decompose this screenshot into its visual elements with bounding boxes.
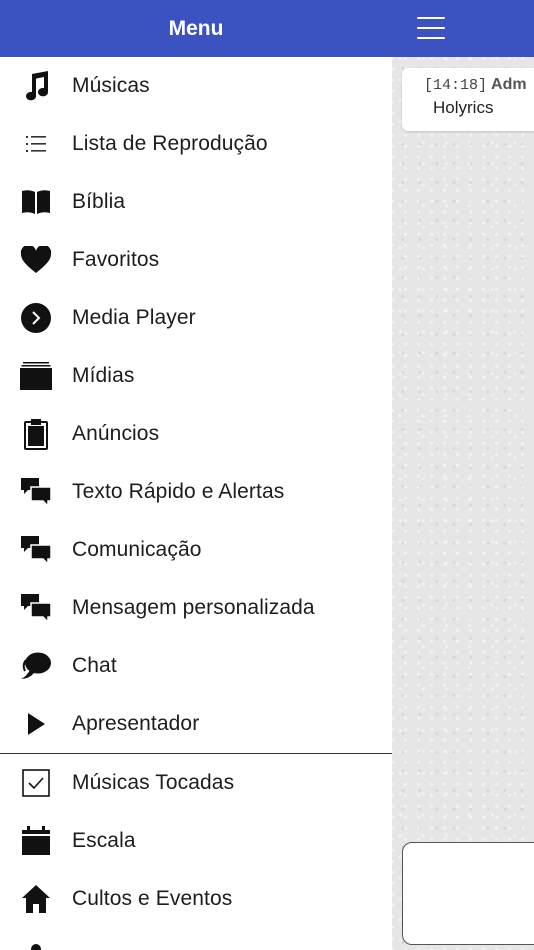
media-stack-icon <box>0 362 72 390</box>
menu-item-label: Lista de Reprodução <box>72 132 268 155</box>
clipboard-icon <box>0 418 72 450</box>
menu-item-anuncios[interactable]: Anúncios <box>0 405 392 463</box>
menu-item-label: Músicas <box>72 74 150 97</box>
chat-bubbles-icon <box>0 477 72 507</box>
hamburger-menu-icon[interactable] <box>417 17 445 39</box>
heart-icon <box>0 246 72 274</box>
menu-item-escala[interactable]: Escala <box>0 812 392 870</box>
calendar-icon <box>0 826 72 856</box>
music-note-icon <box>0 70 72 102</box>
chat-message: [14:18] Adm Holyrics <box>402 68 534 131</box>
menu-item-lista-de-reproducao[interactable]: Lista de Reprodução <box>0 115 392 173</box>
menu-item-label: Bíblia <box>72 190 126 213</box>
person-icon <box>0 942 72 950</box>
chat-author: Adm <box>491 76 527 93</box>
menu-item-label: Cultos e Eventos <box>72 887 233 910</box>
chat-time: [14:18] <box>424 77 488 94</box>
menu-item-label: Mensagem personalizada <box>72 596 315 619</box>
menu-item-label: Apresentador <box>72 712 200 735</box>
menu-item-mensagem-personalizada[interactable]: Mensagem personalizada <box>0 579 392 637</box>
menu-item-apresentador[interactable]: Apresentador <box>0 695 392 753</box>
chat-bubbles-icon <box>0 593 72 623</box>
checkbox-icon <box>0 769 72 797</box>
navigation-drawer: Menu Músicas Lista de Reprodução Bíblia … <box>0 0 392 950</box>
menu-item-chat[interactable]: Chat <box>0 637 392 695</box>
menu-item-cultos-e-eventos[interactable]: Cultos e Eventos <box>0 870 392 928</box>
list-icon <box>0 134 72 154</box>
menu-item-label: Escala <box>72 829 136 852</box>
menu-item-label: Músicas Tocadas <box>72 771 235 794</box>
chat-bubble-icon <box>0 651 72 681</box>
menu-item-label: Favoritos <box>72 248 160 271</box>
menu-item-texto-rapido[interactable]: Texto Rápido e Alertas <box>0 463 392 521</box>
message-input[interactable] <box>402 842 534 945</box>
chat-bubbles-icon <box>0 535 72 565</box>
menu-item-label: Comunicação <box>72 538 202 561</box>
home-icon <box>0 884 72 914</box>
menu-item-label: Texto Rápido e Alertas <box>72 480 285 503</box>
menu-item-label: Media Player <box>72 306 196 329</box>
chat-message-meta: [14:18] Adm <box>424 76 534 94</box>
menu-item-biblia[interactable]: Bíblia <box>0 173 392 231</box>
menu-item-media-player[interactable]: Media Player <box>0 289 392 347</box>
menu-item-favoritos[interactable]: Favoritos <box>0 231 392 289</box>
menu-item-partial[interactable] <box>0 928 392 950</box>
menu-item-label: Mídias <box>72 364 135 387</box>
app-header <box>392 0 534 57</box>
menu-item-label: Anúncios <box>72 422 160 445</box>
chat-message-text: Holyrics <box>433 98 494 117</box>
menu-item-musicas[interactable]: Músicas <box>0 57 392 115</box>
drawer-title: Menu <box>0 0 392 57</box>
menu-item-label: Chat <box>72 654 117 677</box>
menu-item-midias[interactable]: Mídias <box>0 347 392 405</box>
play-circle-icon <box>0 303 72 333</box>
book-icon <box>0 189 72 215</box>
menu-list-secondary: Músicas Tocadas Escala Cultos e Eventos <box>0 754 392 950</box>
menu-item-musicas-tocadas[interactable]: Músicas Tocadas <box>0 754 392 812</box>
menu-list-primary: Músicas Lista de Reprodução Bíblia Favor… <box>0 57 392 753</box>
menu-item-comunicacao[interactable]: Comunicação <box>0 521 392 579</box>
play-triangle-icon <box>0 712 72 736</box>
